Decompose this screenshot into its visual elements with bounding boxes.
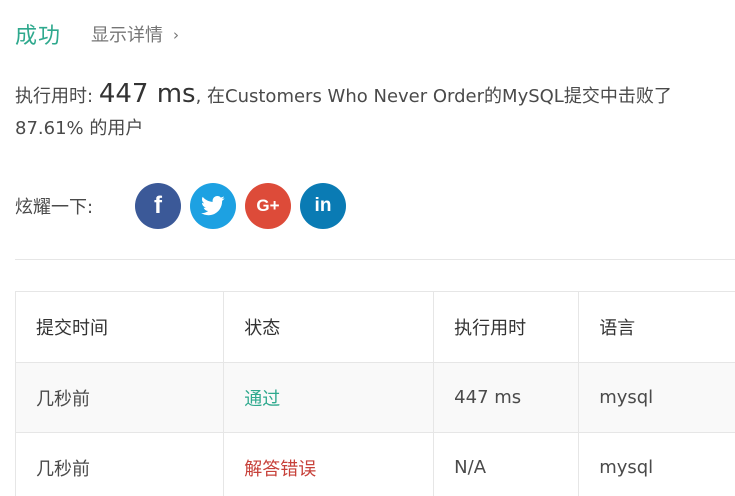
submission-result-panel: 成功 显示详情 › 执行用时: 447 ms, 在Customers Who N… <box>0 0 735 496</box>
facebook-share-button[interactable]: f <box>135 183 181 229</box>
twitter-icon <box>201 196 225 216</box>
cell-status: 解答错误 <box>223 432 435 496</box>
linkedin-icon: in <box>314 195 332 216</box>
column-header-runtime: 执行用时 <box>433 291 580 363</box>
percentile-text: 87.61% 的用户 <box>15 118 144 139</box>
status-wrong-answer-link[interactable]: 解答错误 <box>244 459 316 480</box>
table-row: 几秒前 通过 447 ms mysql <box>14 362 735 433</box>
result-status: 成功 <box>15 24 62 49</box>
google-plus-icon: G+ <box>256 196 280 215</box>
cell-language: mysql <box>578 432 735 496</box>
cell-status: 通过 <box>223 362 435 433</box>
runtime-value: 447 ms <box>98 79 196 109</box>
facebook-icon: f <box>154 192 162 219</box>
show-details-link[interactable]: 显示详情 › <box>91 21 179 47</box>
linkedin-share-button[interactable]: in <box>300 183 346 229</box>
column-header-status: 状态 <box>223 291 435 363</box>
runtime-label: 执行用时: <box>15 86 94 107</box>
share-row: 炫耀一下: f G+ in <box>15 183 355 229</box>
cell-language: mysql <box>578 362 735 433</box>
column-header-time: 提交时间 <box>14 291 225 363</box>
table-row: 几秒前 解答错误 N/A mysql <box>14 432 735 496</box>
cell-runtime: N/A <box>433 432 580 496</box>
column-header-language: 语言 <box>578 291 735 363</box>
cell-runtime: 447 ms <box>433 362 580 433</box>
cell-time: 几秒前 <box>14 432 225 496</box>
status-row: 成功 显示详情 › <box>15 18 179 50</box>
table-header-row: 提交时间 状态 执行用时 语言 <box>14 291 735 363</box>
show-details-label: 显示详情 <box>91 25 164 46</box>
status-accepted-link[interactable]: 通过 <box>244 389 280 410</box>
cell-time: 几秒前 <box>14 362 225 433</box>
share-label: 炫耀一下: <box>15 197 94 218</box>
google-plus-share-button[interactable]: G+ <box>245 183 291 229</box>
twitter-share-button[interactable] <box>190 183 236 229</box>
divider <box>15 259 735 260</box>
runtime-summary: 执行用时: 447 ms, 在Customers Who Never Order… <box>15 78 730 145</box>
chevron-right-icon: › <box>173 26 180 44</box>
submissions-table: 提交时间 状态 执行用时 语言 几秒前 通过 447 ms mysql 几秒前 … <box>14 291 735 496</box>
runtime-summary-text: , 在Customers Who Never Order的MySQL提交中击败了 <box>195 86 672 107</box>
